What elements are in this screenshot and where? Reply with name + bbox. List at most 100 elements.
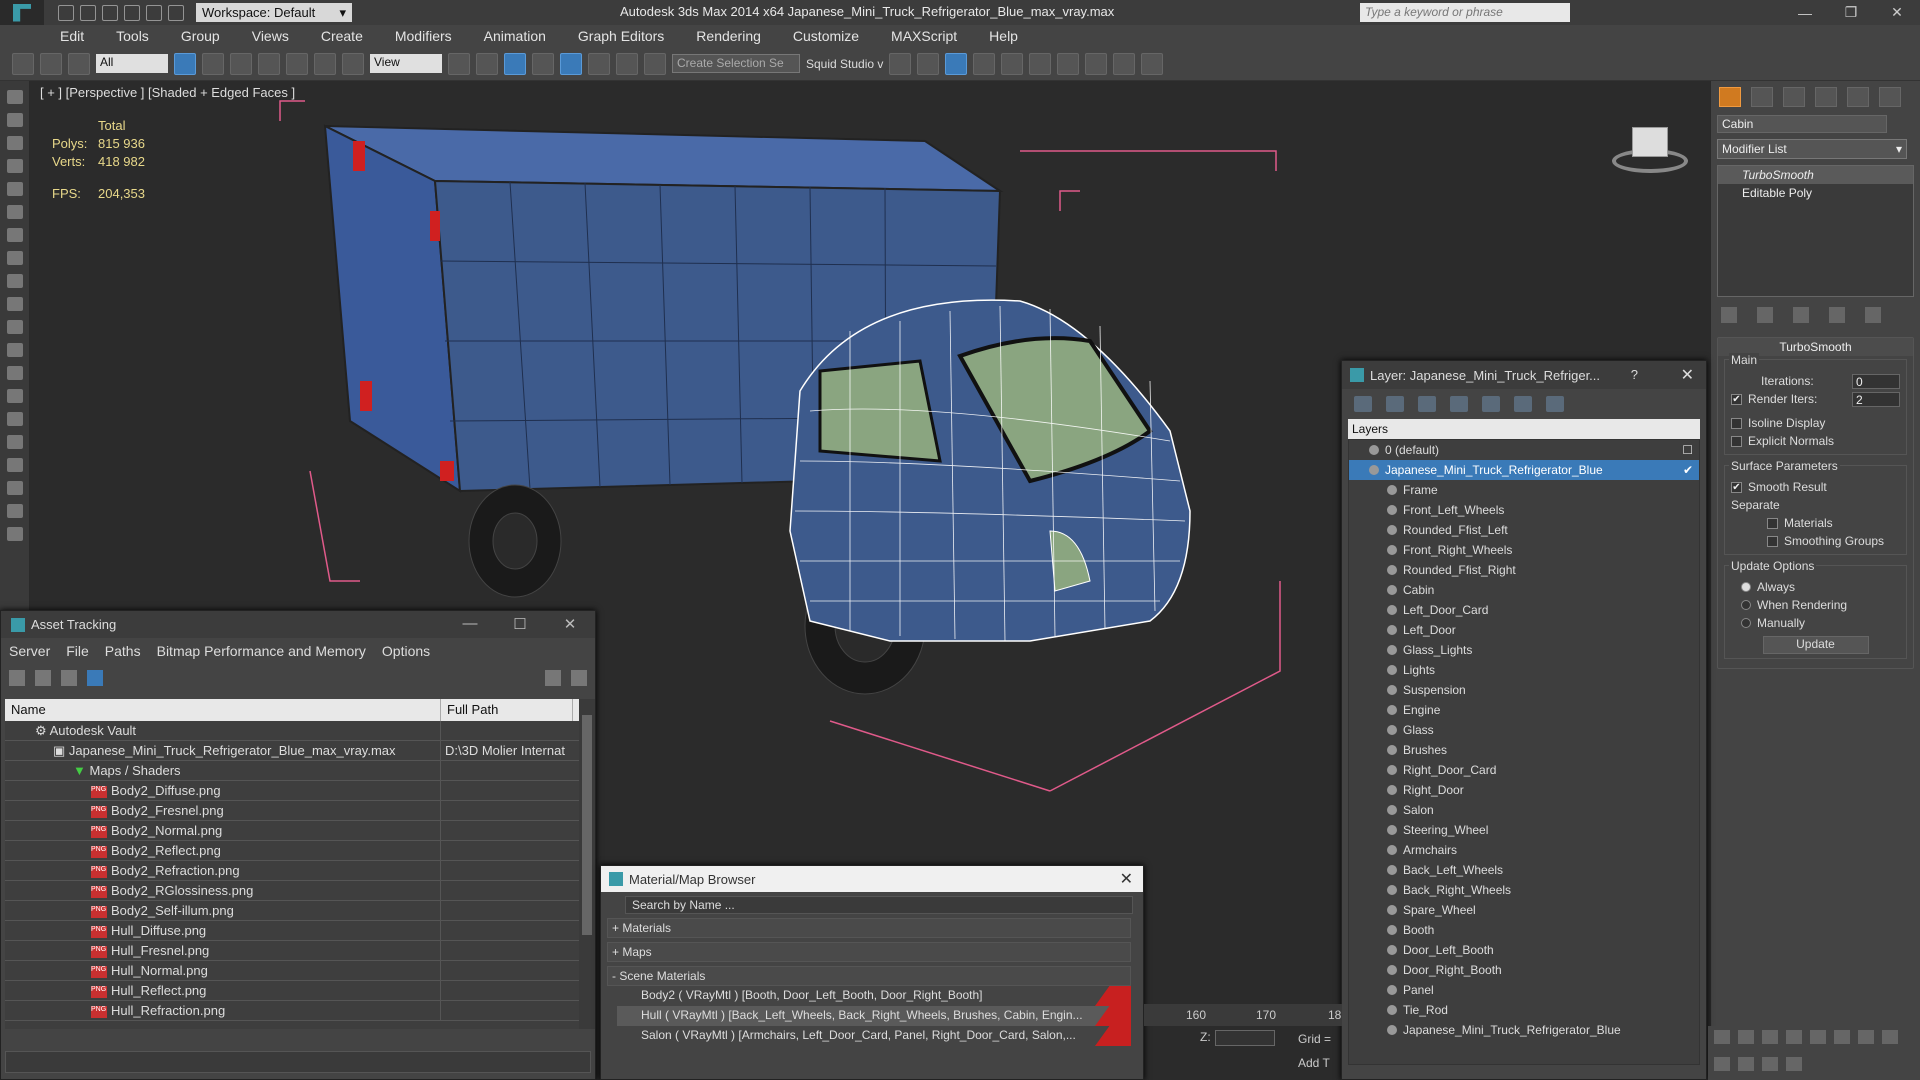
table-row[interactable]: PNG Body2_Diffuse.png	[5, 781, 591, 801]
settings-icon[interactable]	[571, 670, 587, 686]
modifier-list-dropdown[interactable]: Modifier List ▾	[1717, 139, 1907, 159]
strip-tool-icon[interactable]	[6, 90, 23, 104]
rotate-icon[interactable]	[314, 52, 336, 75]
window-crossing-icon[interactable]	[258, 52, 280, 75]
menu-modifiers[interactable]: Modifiers	[379, 28, 468, 44]
close-icon[interactable]: ✕	[545, 611, 595, 633]
add-to-layer-icon[interactable]	[1418, 396, 1436, 412]
table-view-icon[interactable]	[87, 670, 103, 686]
object-row[interactable]: Rounded_Ffist_Right	[1349, 560, 1699, 580]
object-row[interactable]: Cabin	[1349, 580, 1699, 600]
object-row[interactable]: Back_Right_Wheels	[1349, 880, 1699, 900]
new-layer-icon[interactable]	[1354, 396, 1372, 412]
strip-tool-icon[interactable]	[6, 251, 23, 265]
stack-item-turbosmooth[interactable]: TurboSmooth	[1718, 166, 1913, 184]
asset-menu-file[interactable]: File	[66, 643, 89, 659]
minimize-icon[interactable]: —	[1782, 0, 1828, 25]
render-setup-icon[interactable]	[1057, 52, 1080, 75]
strip-tool-icon[interactable]	[6, 458, 23, 472]
percent-snap-icon[interactable]	[588, 52, 610, 75]
maximize-viewport-icon[interactable]	[1882, 1030, 1898, 1044]
strip-tool-icon[interactable]	[6, 228, 23, 242]
menu-views[interactable]: Views	[236, 28, 305, 44]
table-row[interactable]: PNG Hull_Refraction.png	[5, 1001, 591, 1021]
object-row[interactable]: Steering_Wheel	[1349, 820, 1699, 840]
object-row[interactable]: Tie_Rod	[1349, 1000, 1699, 1020]
table-row[interactable]: PNG Body2_Fresnel.png	[5, 801, 591, 821]
strip-tool-icon[interactable]	[6, 366, 23, 380]
active-layer-box-icon[interactable]: ☐	[1682, 443, 1693, 457]
object-row[interactable]: Brushes	[1349, 740, 1699, 760]
menu-customize[interactable]: Customize	[777, 28, 875, 44]
object-row[interactable]: Panel	[1349, 980, 1699, 1000]
delete-layer-icon[interactable]	[1386, 396, 1404, 412]
open-file-icon[interactable]	[80, 4, 96, 21]
spinner-snap-icon[interactable]	[616, 52, 638, 75]
render-iters-spinner[interactable]: 2	[1852, 391, 1900, 407]
smooth-result-checkbox[interactable]: ✔	[1731, 481, 1742, 493]
material-window-titlebar[interactable]: Material/Map Browser ✕	[601, 866, 1143, 892]
go-to-end-icon[interactable]	[1786, 1030, 1802, 1044]
zoom-extents-icon[interactable]	[1858, 1030, 1874, 1044]
help-icon[interactable]: ?	[1631, 367, 1638, 382]
strip-tool-icon[interactable]	[6, 182, 23, 196]
select-objects-icon[interactable]	[1450, 396, 1468, 412]
strip-tool-icon[interactable]	[6, 320, 23, 334]
materials-section[interactable]: + Materials	[607, 918, 1131, 938]
configure-sets-icon[interactable]	[1865, 307, 1881, 323]
refresh-icon[interactable]	[9, 670, 25, 686]
help-icon[interactable]	[545, 670, 561, 686]
edit-named-selection-icon[interactable]	[644, 52, 666, 75]
object-row[interactable]: Front_Right_Wheels	[1349, 540, 1699, 560]
col-path-header[interactable]: Full Path	[441, 699, 573, 721]
object-row[interactable]: Door_Right_Booth	[1349, 960, 1699, 980]
when-rendering-radio[interactable]	[1741, 600, 1751, 610]
maximize-toggle-icon[interactable]	[1786, 1057, 1802, 1071]
snaps-toggle-icon[interactable]	[532, 52, 554, 75]
always-radio[interactable]	[1741, 582, 1751, 592]
schematic-view-icon[interactable]	[1001, 52, 1024, 75]
table-row[interactable]: PNG Body2_Self-illum.png	[5, 901, 591, 921]
menu-maxscript[interactable]: MAXScript	[875, 28, 973, 44]
material-editor-icon[interactable]	[1029, 52, 1052, 75]
object-row[interactable]: Booth	[1349, 920, 1699, 940]
object-row[interactable]: Glass_Lights	[1349, 640, 1699, 660]
menu-group[interactable]: Group	[165, 28, 236, 44]
select-manipulate-icon[interactable]	[476, 52, 498, 75]
strip-tool-icon[interactable]	[6, 136, 23, 150]
table-row[interactable]: PNG Hull_Normal.png	[5, 961, 591, 981]
scale-icon[interactable]	[342, 52, 364, 75]
layers-column-header[interactable]: Layers	[1348, 419, 1700, 439]
strip-tool-icon[interactable]	[6, 481, 23, 495]
field-of-view-icon[interactable]	[1714, 1057, 1730, 1071]
object-row[interactable]: Right_Door	[1349, 780, 1699, 800]
material-item[interactable]: Body2 ( VRayMtl ) [Booth, Door_Left_Boot…	[617, 986, 1131, 1006]
search-input[interactable]: Type a keyword or phrase	[1360, 3, 1570, 22]
explicit-normals-checkbox[interactable]	[1731, 435, 1742, 447]
add-time-tag[interactable]: Add T	[1298, 1056, 1330, 1070]
material-item[interactable]: Salon ( VRayMtl ) [Armchairs, Left_Door_…	[617, 1026, 1131, 1046]
zoom-all-icon[interactable]	[1834, 1030, 1850, 1044]
object-name-field[interactable]: Cabin	[1717, 115, 1887, 133]
asset-menu-bitmap[interactable]: Bitmap Performance and Memory	[157, 643, 366, 659]
menu-edit[interactable]: Edit	[44, 28, 100, 44]
render-iters-checkbox[interactable]: ✔	[1731, 393, 1742, 405]
modify-tab-icon[interactable]	[1751, 87, 1773, 107]
close-icon[interactable]: ✕	[1874, 0, 1920, 25]
strip-tool-icon[interactable]	[6, 159, 23, 173]
table-row[interactable]: ⚙ Autodesk Vault	[5, 721, 591, 741]
list-view-icon[interactable]	[35, 670, 51, 686]
object-row[interactable]: Salon	[1349, 800, 1699, 820]
object-row[interactable]: Door_Left_Booth	[1349, 940, 1699, 960]
strip-tool-icon[interactable]	[6, 435, 23, 449]
go-to-start-icon[interactable]	[1714, 1030, 1730, 1044]
menu-create[interactable]: Create	[305, 28, 379, 44]
table-row[interactable]: PNG Body2_Refraction.png	[5, 861, 591, 881]
mirror-icon[interactable]	[889, 52, 912, 75]
menu-graph-editors[interactable]: Graph Editors	[562, 28, 680, 44]
table-row[interactable]: PNG Body2_Normal.png	[5, 821, 591, 841]
project-folder-icon[interactable]	[168, 4, 184, 21]
orbit-icon[interactable]	[1762, 1057, 1778, 1071]
new-file-icon[interactable]	[58, 4, 74, 21]
materials-checkbox[interactable]	[1767, 517, 1778, 529]
